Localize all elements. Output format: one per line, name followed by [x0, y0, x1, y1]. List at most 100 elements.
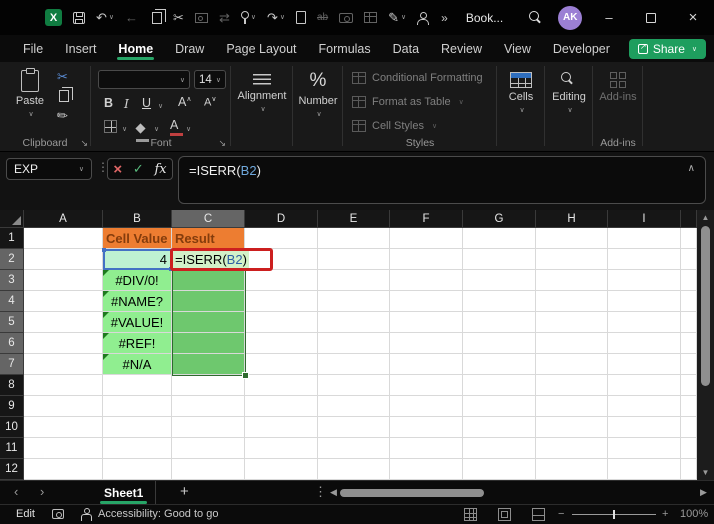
vertical-scroll-thumb[interactable] — [701, 226, 710, 386]
scroll-left-icon[interactable]: ◀ — [330, 487, 337, 498]
cell-F11[interactable] — [390, 438, 463, 459]
column-header-F[interactable]: F — [390, 210, 463, 228]
copy-icon[interactable] — [149, 8, 167, 24]
cell-B9[interactable] — [103, 396, 172, 417]
close-button[interactable]: × — [672, 0, 714, 35]
cell-D12[interactable] — [245, 459, 318, 480]
font-size-select[interactable]: 14 ∨ — [194, 70, 226, 89]
select-all-button[interactable] — [0, 210, 24, 228]
cell-G8[interactable] — [463, 375, 536, 396]
cell-C3[interactable] — [172, 270, 245, 291]
cell-H3[interactable] — [536, 270, 608, 291]
cut-button[interactable]: ✂ — [57, 70, 68, 83]
cell-A7[interactable] — [24, 354, 103, 375]
cell-G3[interactable] — [463, 270, 536, 291]
cell-D8[interactable] — [245, 375, 318, 396]
zoom-out-icon[interactable]: − — [558, 508, 564, 520]
cell-G6[interactable] — [463, 333, 536, 354]
cell-A8[interactable] — [24, 375, 103, 396]
cell-partial-8[interactable] — [681, 375, 697, 396]
cell-E8[interactable] — [318, 375, 390, 396]
cell-H4[interactable] — [536, 291, 608, 312]
cell-partial-7[interactable] — [681, 354, 697, 375]
column-header-H[interactable]: H — [536, 210, 608, 228]
cell-A3[interactable] — [24, 270, 103, 291]
column-header-C[interactable]: C — [172, 210, 245, 228]
tab-file[interactable]: File — [12, 35, 54, 62]
avatar[interactable]: AK — [558, 5, 583, 30]
scroll-right-icon[interactable]: ▶ — [700, 487, 707, 498]
editing-button[interactable]: Editing ∨ — [546, 72, 592, 114]
cell-F1[interactable] — [390, 228, 463, 249]
vertical-scrollbar[interactable]: ▲ ▼ — [697, 210, 714, 480]
save-icon[interactable] — [73, 11, 85, 24]
cell-B6[interactable]: #REF! — [103, 333, 172, 354]
cell-D6[interactable] — [245, 333, 318, 354]
cell-F6[interactable] — [390, 333, 463, 354]
cell-E7[interactable] — [318, 354, 390, 375]
row-header-4[interactable]: 4 — [0, 291, 24, 312]
people-icon[interactable] — [417, 11, 430, 25]
cell-G11[interactable] — [463, 438, 536, 459]
cell-G9[interactable] — [463, 396, 536, 417]
tab-draw[interactable]: Draw — [164, 35, 215, 62]
cell-F8[interactable] — [390, 375, 463, 396]
cell-E5[interactable] — [318, 312, 390, 333]
cell-G1[interactable] — [463, 228, 536, 249]
cell-B3[interactable]: #DIV/0! — [103, 270, 172, 291]
scroll-down-icon[interactable]: ▼ — [697, 468, 714, 477]
paste-button[interactable]: Paste ∨ — [10, 68, 50, 118]
cell-E1[interactable] — [318, 228, 390, 249]
tab-review[interactable]: Review — [430, 35, 493, 62]
normal-view-icon[interactable] — [464, 508, 477, 524]
cell-partial-1[interactable] — [681, 228, 697, 249]
row-header-3[interactable]: 3 — [0, 270, 24, 291]
formula-input[interactable]: =ISERR(B2) ∧ — [178, 156, 706, 204]
cell-I1[interactable] — [608, 228, 681, 249]
underline-options-icon[interactable]: ∨ — [158, 102, 163, 110]
cell-E2[interactable] — [318, 249, 390, 270]
cell-H7[interactable] — [536, 354, 608, 375]
cell-F7[interactable] — [390, 354, 463, 375]
cell-B8[interactable] — [103, 375, 172, 396]
cell-I4[interactable] — [608, 291, 681, 312]
cell-G10[interactable] — [463, 417, 536, 438]
cell-C10[interactable] — [172, 417, 245, 438]
insert-function-icon[interactable]: fx — [154, 162, 166, 177]
row-header-8[interactable]: 8 — [0, 375, 24, 396]
cell-C6[interactable] — [172, 333, 245, 354]
formula-bar-collapse-icon[interactable]: ∧ — [688, 163, 695, 174]
name-box[interactable]: EXP ∨ — [6, 158, 92, 180]
cell-G7[interactable] — [463, 354, 536, 375]
cell-E3[interactable] — [318, 270, 390, 291]
cell-C9[interactable] — [172, 396, 245, 417]
cell-B1[interactable]: Cell Value — [103, 228, 172, 249]
cell-F4[interactable] — [390, 291, 463, 312]
tab-data[interactable]: Data — [382, 35, 430, 62]
search-icon[interactable] — [529, 11, 542, 24]
minimize-button[interactable]: – — [588, 0, 630, 35]
zoom-slider-thumb[interactable] — [613, 510, 615, 519]
cell-A12[interactable] — [24, 459, 103, 480]
accessibility-status[interactable]: Accessibility: Good to go — [98, 508, 218, 520]
touch-mode-icon[interactable]: ∨ — [240, 11, 256, 24]
cell-I9[interactable] — [608, 396, 681, 417]
cell-D3[interactable] — [245, 270, 318, 291]
cell-G4[interactable] — [463, 291, 536, 312]
cell-A6[interactable] — [24, 333, 103, 354]
cell-H8[interactable] — [536, 375, 608, 396]
column-header-B[interactable]: B — [103, 210, 172, 228]
cell-C12[interactable] — [172, 459, 245, 480]
share-button[interactable]: Share∨ — [628, 39, 706, 59]
active-cell-formula[interactable]: =ISERR(B2) — [173, 251, 249, 268]
sheet-tab-sheet1[interactable]: Sheet1 — [92, 481, 157, 505]
cell-I3[interactable] — [608, 270, 681, 291]
cell-H9[interactable] — [536, 396, 608, 417]
horizontal-scroll-thumb[interactable] — [340, 489, 484, 497]
cell-I5[interactable] — [608, 312, 681, 333]
row-header-9[interactable]: 9 — [0, 396, 24, 417]
cell-B4[interactable]: #NAME? — [103, 291, 172, 312]
cell-A2[interactable] — [24, 249, 103, 270]
cell-I12[interactable] — [608, 459, 681, 480]
decrease-font-button[interactable]: A∨ — [204, 95, 216, 109]
